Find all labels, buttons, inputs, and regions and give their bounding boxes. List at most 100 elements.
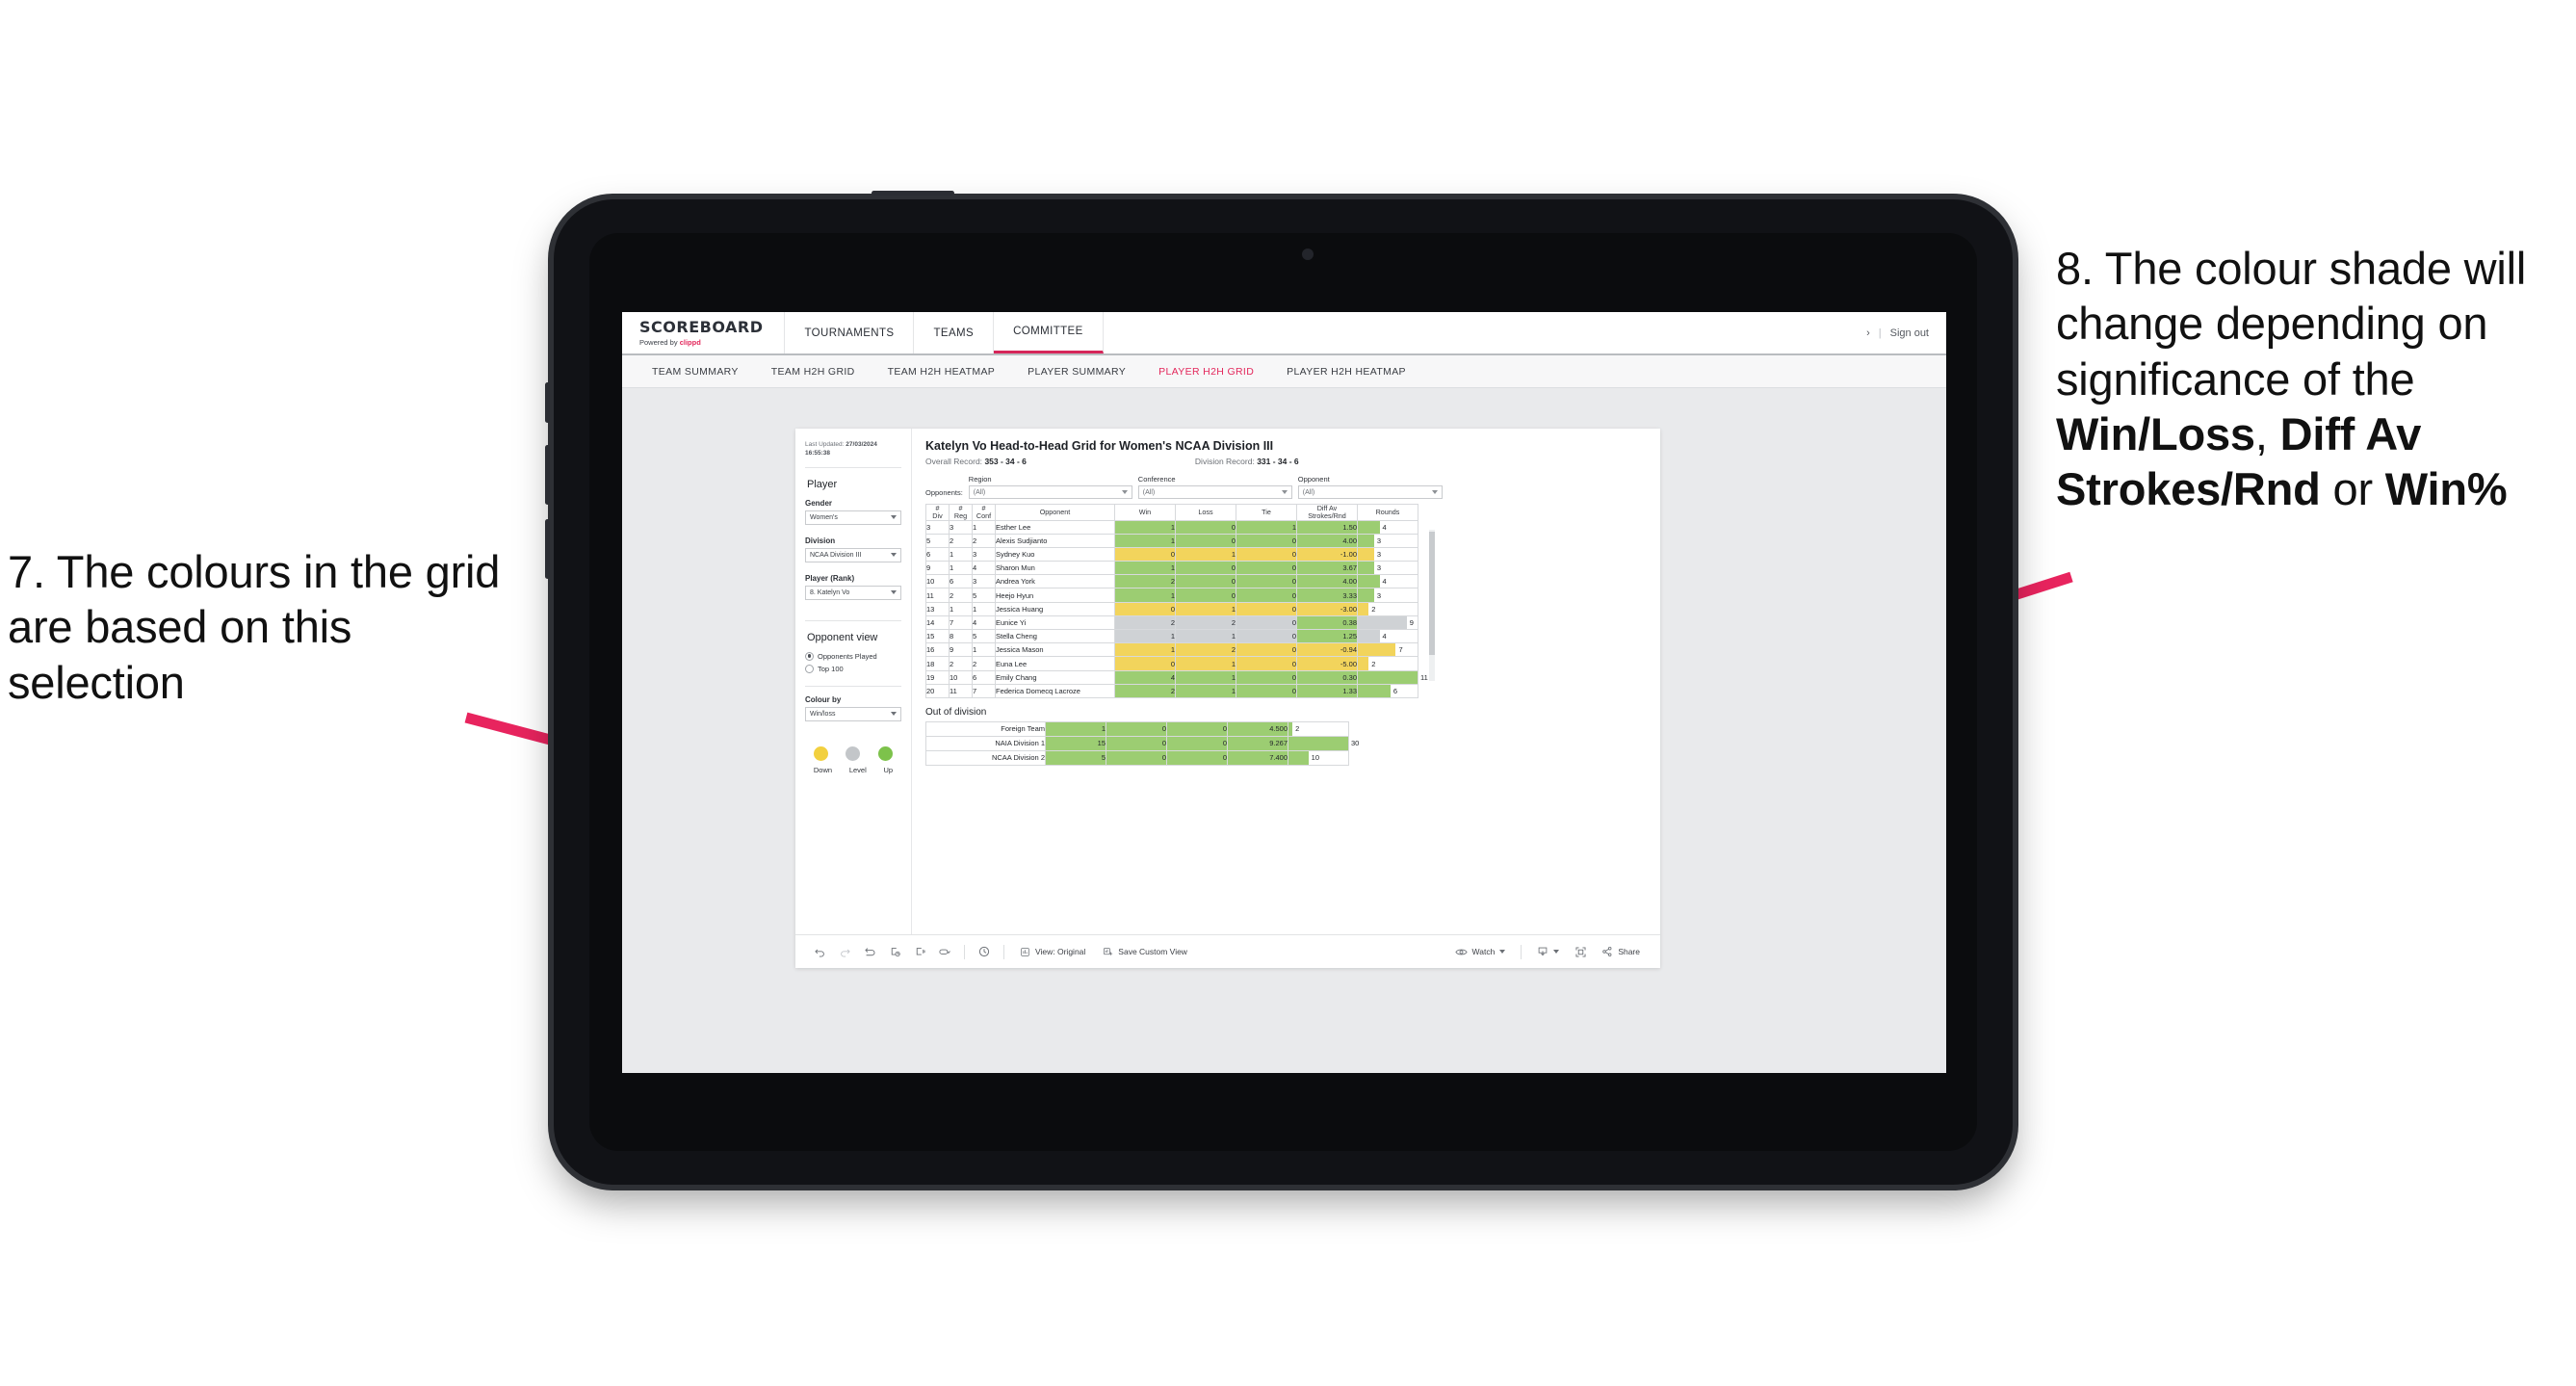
out-of-division-table: Foreign Team 1 0 0 4.500 2 NAIA Division 1 15 0 0… xyxy=(925,720,1359,766)
top-right-actions: › | Sign out xyxy=(1866,312,1946,353)
colour-by-label: Colour by xyxy=(805,694,842,704)
cell-rounds: 3 xyxy=(1357,561,1418,576)
power-button[interactable] xyxy=(872,191,954,196)
table-row[interactable]: Foreign Team 1 0 0 4.500 2 xyxy=(925,720,1349,737)
col-header-conf[interactable]: # Conf xyxy=(972,504,996,521)
sign-out-button[interactable]: Sign out xyxy=(1890,327,1929,339)
zoom-icon[interactable] xyxy=(932,939,957,964)
sub-tab-player-summary[interactable]: PLAYER SUMMARY xyxy=(1011,366,1142,378)
cell-rounds: 4 xyxy=(1357,574,1418,589)
divider xyxy=(1521,944,1522,959)
col-header-reg[interactable]: # Reg xyxy=(949,504,973,521)
radio-top-100[interactable]: Top 100 xyxy=(805,664,901,673)
table-row[interactable]: NAIA Division 1 15 0 0 9.267 30 xyxy=(925,735,1359,751)
legend-dot-down xyxy=(814,745,829,761)
cell-opponent: Emily Chang xyxy=(995,669,1115,685)
player-rank-select[interactable]: 8. Katelyn Vo xyxy=(805,585,901,600)
save-custom-view-button[interactable]: Save Custom View xyxy=(1094,947,1196,957)
nav-tab-teams[interactable]: TEAMS xyxy=(914,312,995,353)
redo-icon[interactable] xyxy=(832,939,857,964)
col-header-loss[interactable]: Loss xyxy=(1175,504,1236,521)
table-row[interactable]: 15 8 5 Stella Cheng 1 1 0 1.25 4 xyxy=(925,629,1418,644)
legend-dot-up xyxy=(877,745,893,761)
conference-select[interactable]: (All) xyxy=(1137,485,1292,499)
table-row[interactable]: 5 2 2 Alexis Sudjianto 1 0 0 4.00 3 xyxy=(925,533,1418,548)
cell-tie: 0 xyxy=(1236,629,1297,644)
brand-logo[interactable]: SCOREBOARD Powered by clippd xyxy=(622,312,786,353)
col-header-tie[interactable]: Tie xyxy=(1236,504,1297,521)
cell-win: 1 xyxy=(1114,533,1176,548)
nav-tab-teams-label: TEAMS xyxy=(933,327,975,339)
gender-select[interactable]: Women's xyxy=(805,510,901,525)
history-icon[interactable] xyxy=(972,939,997,964)
watch-button[interactable]: Watch xyxy=(1446,947,1515,957)
col-header-div[interactable]: # Div xyxy=(925,504,950,521)
refresh-icon[interactable] xyxy=(882,939,907,964)
col-header-rounds[interactable]: Rounds xyxy=(1357,504,1418,521)
table-row[interactable]: 10 6 3 Andrea York 2 0 0 4.00 4 xyxy=(925,574,1418,589)
col-header-opponent[interactable]: Opponent xyxy=(995,504,1115,521)
table-row[interactable]: 19 10 6 Emily Chang 4 1 0 0.30 11 xyxy=(925,669,1428,685)
radio-unselected-icon xyxy=(805,664,814,673)
cell-opponent: Jessica Huang xyxy=(995,601,1115,616)
overall-record-value: 353 - 34 - 6 xyxy=(984,457,1027,466)
undo-icon[interactable] xyxy=(807,939,832,964)
cell-conf: 1 xyxy=(972,642,996,658)
cell-win: 1 xyxy=(1114,519,1176,535)
fullscreen-icon[interactable] xyxy=(1568,939,1593,964)
share-button[interactable]: Share xyxy=(1593,946,1649,957)
cell-diff: 0.38 xyxy=(1296,615,1358,631)
legend-label-up: Up xyxy=(883,765,894,774)
annotation-right: 8. The colour shade will change dependin… xyxy=(2056,241,2566,517)
colour-by-select[interactable]: Win/loss xyxy=(805,706,901,721)
sub-tab-player-h2h-grid[interactable]: PLAYER H2H GRID xyxy=(1142,366,1270,378)
sub-tab-team-h2h-grid[interactable]: TEAM H2H GRID xyxy=(755,366,872,378)
rounds-value: 9 xyxy=(1409,617,1414,627)
grid-scrollbar[interactable] xyxy=(1429,530,1435,681)
sub-tab-team-h2h-heatmap[interactable]: TEAM H2H HEATMAP xyxy=(872,366,1012,378)
cell-opponent: Heejo Hyun xyxy=(995,588,1115,603)
view-original-button[interactable]: View: Original xyxy=(1011,947,1094,957)
table-row[interactable]: 9 1 4 Sharon Mun 1 0 0 3.67 3 xyxy=(925,561,1418,576)
download-button[interactable] xyxy=(1528,946,1568,957)
divider xyxy=(805,466,901,468)
last-updated-label: Last Updated: xyxy=(805,441,845,448)
table-row[interactable]: 3 3 1 Esther Lee 1 0 1 1.50 4 xyxy=(925,519,1418,535)
table-row[interactable]: 11 2 5 Heejo Hyun 1 0 0 3.33 3 xyxy=(925,588,1418,603)
volume-down-button[interactable] xyxy=(545,445,550,505)
volume-up-button[interactable] xyxy=(545,382,550,423)
opponent-select[interactable]: (All) xyxy=(1297,485,1443,499)
cell-rounds: 2 xyxy=(1288,720,1349,737)
division-select[interactable]: NCAA Division III xyxy=(805,547,901,562)
radio-opponents-played[interactable]: Opponents Played xyxy=(805,651,901,661)
revert-icon[interactable] xyxy=(857,939,882,964)
cell-loss: 1 xyxy=(1175,546,1236,562)
table-row[interactable]: 6 1 3 Sydney Kuo 0 1 0 -1.00 3 xyxy=(925,546,1418,562)
pause-icon[interactable] xyxy=(907,939,932,964)
side-button[interactable] xyxy=(545,519,550,579)
table-row[interactable]: 16 9 1 Jessica Mason 1 2 0 -0.94 7 xyxy=(925,642,1418,658)
chevron-right-icon[interactable]: › xyxy=(1866,327,1870,339)
table-row[interactable]: 13 1 1 Jessica Huang 0 1 0 -3.00 2 xyxy=(925,601,1418,616)
nav-tab-tournaments[interactable]: TOURNAMENTS xyxy=(785,312,915,353)
sub-tab-player-h2h-heatmap[interactable]: PLAYER H2H HEATMAP xyxy=(1270,366,1422,378)
col-header-win[interactable]: Win xyxy=(1114,504,1176,521)
cell-tie: 0 xyxy=(1236,533,1297,548)
rounds-value: 2 xyxy=(1371,659,1376,668)
region-select[interactable]: (All) xyxy=(968,485,1132,499)
table-row[interactable]: 14 7 4 Eunice Yi 2 2 0 0.38 9 xyxy=(925,615,1418,631)
filters-sidebar: Last Updated: 27/03/2024 16:55:38 Player… xyxy=(795,429,912,934)
radio-top-100-label: Top 100 xyxy=(818,664,844,673)
table-row[interactable]: 18 2 2 Euna Lee 0 1 0 -5.00 2 xyxy=(925,656,1418,671)
cell-reg: 9 xyxy=(949,642,973,658)
cell-div: 15 xyxy=(925,629,950,644)
dashboard-canvas: Last Updated: 27/03/2024 16:55:38 Player… xyxy=(622,388,1946,1073)
nav-tab-committee[interactable]: COMMITTEE xyxy=(994,312,1104,353)
col-header-diff[interactable]: Diff Av Strokes/Rnd xyxy=(1296,504,1358,521)
table-row[interactable]: 20 11 7 Federica Domecq Lacroze 2 1 0 1.33 6 xyxy=(925,683,1418,698)
grid-scrollbar-thumb[interactable] xyxy=(1429,532,1435,655)
cell-div: 13 xyxy=(925,601,950,616)
save-view-icon xyxy=(1104,947,1113,955)
table-row[interactable]: NCAA Division 2 5 0 0 7.400 10 xyxy=(925,749,1349,766)
sub-tab-team-summary[interactable]: TEAM SUMMARY xyxy=(636,366,755,378)
